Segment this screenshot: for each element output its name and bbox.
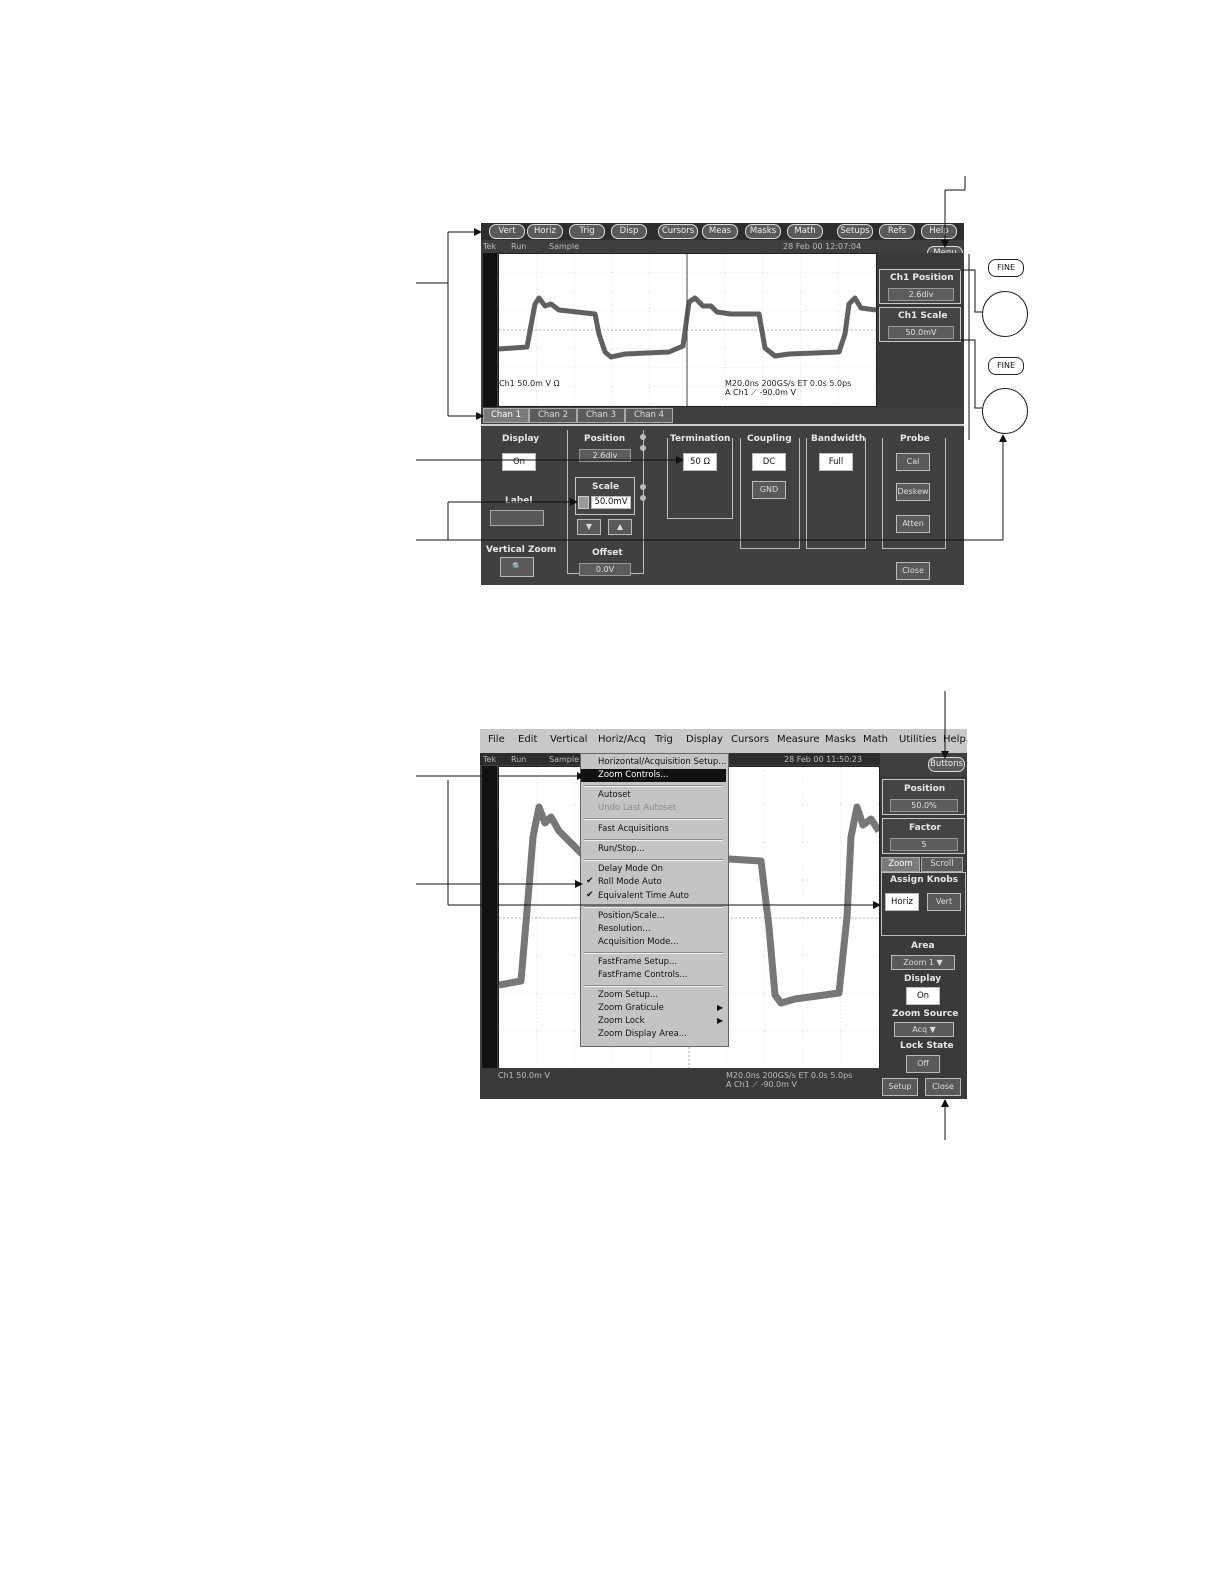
bottom-callouts	[416, 691, 949, 1140]
